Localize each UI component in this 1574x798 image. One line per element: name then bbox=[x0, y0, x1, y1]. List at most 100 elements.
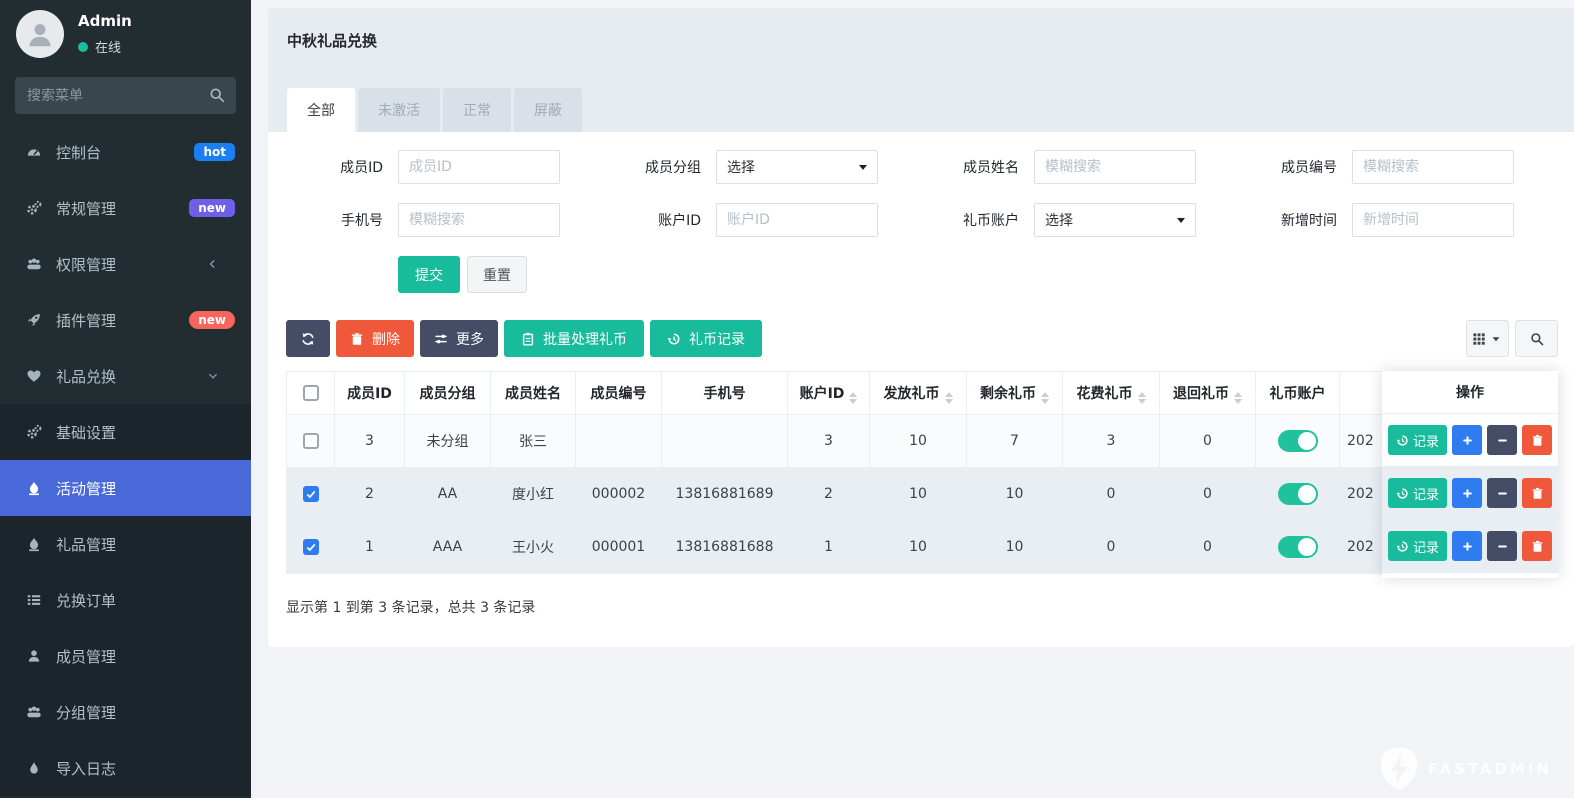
record-button[interactable]: 记录 bbox=[1388, 425, 1447, 455]
sidebar-subitem[interactable]: 分组管理 bbox=[0, 684, 251, 740]
tab[interactable]: 正常 bbox=[443, 88, 511, 132]
refresh-icon bbox=[301, 332, 315, 346]
sidebar-item[interactable]: 插件管理new bbox=[0, 292, 251, 348]
record-button[interactable]: 记录 bbox=[1388, 478, 1447, 508]
clipboard-icon bbox=[521, 332, 535, 346]
filter-label: 手机号 bbox=[286, 210, 398, 230]
caret-down-icon bbox=[1177, 218, 1185, 227]
select-all-checkbox[interactable] bbox=[303, 385, 319, 401]
gift-account-toggle[interactable] bbox=[1278, 430, 1318, 452]
column-header-label: 账户ID bbox=[800, 386, 845, 402]
filter-select[interactable]: 选择 bbox=[1034, 203, 1196, 237]
filter-field: 账户ID bbox=[604, 203, 922, 237]
delete-row-button[interactable] bbox=[1522, 531, 1552, 561]
filter-input[interactable] bbox=[398, 150, 560, 184]
caret-down-icon bbox=[859, 165, 867, 174]
gift-account-cell bbox=[1256, 468, 1340, 521]
record-button[interactable]: 记录 bbox=[1388, 531, 1447, 561]
column-header[interactable]: 账户ID bbox=[788, 372, 870, 415]
tab[interactable]: 屏蔽 bbox=[514, 88, 582, 132]
record-button-label: 记录 bbox=[1413, 537, 1439, 556]
gears-icon bbox=[25, 200, 43, 216]
table-cell: 000001 bbox=[576, 521, 662, 574]
sidebar-subitem-label: 分组管理 bbox=[56, 702, 235, 723]
sidebar-subitem[interactable]: 活动管理 bbox=[0, 460, 251, 516]
reset-button[interactable]: 重置 bbox=[467, 256, 527, 293]
refresh-button[interactable] bbox=[286, 320, 330, 357]
table-cell: 0 bbox=[1160, 468, 1256, 521]
delete-button-label: 删除 bbox=[372, 329, 400, 349]
flame-icon bbox=[25, 536, 43, 552]
sort-icon bbox=[1041, 392, 1049, 404]
submit-button[interactable]: 提交 bbox=[398, 256, 460, 293]
filter-input[interactable] bbox=[398, 203, 560, 237]
column-header[interactable]: 剩余礼币 bbox=[967, 372, 1063, 415]
row-checkbox[interactable] bbox=[303, 433, 319, 449]
column-header-label: 剩余礼币 bbox=[980, 386, 1036, 402]
record-summary: 显示第 1 到第 3 条记录，总共 3 条记录 bbox=[286, 597, 1558, 617]
table-cell: 张三 bbox=[491, 415, 576, 468]
form-actions: 提交 重置 bbox=[398, 256, 1558, 293]
add-coin-button[interactable] bbox=[1452, 478, 1482, 508]
sidebar-item-label: 权限管理 bbox=[56, 254, 204, 275]
column-header-label: 成员姓名 bbox=[505, 386, 561, 402]
column-header[interactable]: 发放礼币 bbox=[870, 372, 967, 415]
coin-record-button[interactable]: 礼币记录 bbox=[650, 320, 762, 357]
sidebar-subitem[interactable]: 成员管理 bbox=[0, 628, 251, 684]
shield-bolt-icon bbox=[1379, 746, 1419, 792]
batch-process-button[interactable]: 批量处理礼币 bbox=[504, 320, 644, 357]
more-button[interactable]: 更多 bbox=[420, 320, 498, 357]
trash-icon bbox=[1531, 434, 1544, 447]
sidebar-menu: 控制台hot常规管理new 权限管理插件管理new礼品兑换 bbox=[0, 124, 251, 404]
table-cell: 未分组 bbox=[405, 415, 491, 468]
dashboard-icon bbox=[25, 144, 43, 160]
delete-row-button[interactable] bbox=[1522, 478, 1552, 508]
subtract-coin-button[interactable] bbox=[1487, 531, 1517, 561]
sidebar-item[interactable]: 控制台hot bbox=[0, 124, 251, 180]
filter-input[interactable] bbox=[1352, 203, 1514, 237]
add-coin-button[interactable] bbox=[1452, 531, 1482, 561]
tab[interactable]: 全部 bbox=[287, 88, 355, 132]
sidebar-subitem[interactable]: 礼品管理 bbox=[0, 516, 251, 572]
sidebar-subitem[interactable]: 导入日志 bbox=[0, 740, 251, 796]
column-header-label: 成员分组 bbox=[420, 386, 476, 402]
column-header[interactable]: 花费礼币 bbox=[1063, 372, 1160, 415]
filter-input[interactable] bbox=[1352, 150, 1514, 184]
search-toggle-button[interactable] bbox=[1515, 320, 1558, 357]
gift-account-toggle[interactable] bbox=[1278, 483, 1318, 505]
table-cell: 0 bbox=[1063, 468, 1160, 521]
filter-select[interactable]: 选择 bbox=[716, 150, 878, 184]
sidebar-item[interactable]: 礼品兑换 bbox=[0, 348, 251, 404]
add-coin-button[interactable] bbox=[1452, 425, 1482, 455]
delete-button[interactable]: 删除 bbox=[336, 320, 414, 357]
sidebar-subitem[interactable]: 基础设置 bbox=[0, 404, 251, 460]
sidebar-subitem-label: 兑换订单 bbox=[56, 590, 235, 611]
row-checkbox[interactable] bbox=[303, 486, 319, 502]
table-cell: 10 bbox=[870, 468, 967, 521]
table-cell: 王小火 bbox=[491, 521, 576, 574]
subtract-coin-button[interactable] bbox=[1487, 425, 1517, 455]
table-cell: 0 bbox=[1160, 415, 1256, 468]
user-icon bbox=[25, 648, 43, 664]
table-cell: 1 bbox=[335, 521, 405, 574]
filter-select-value: 选择 bbox=[1045, 210, 1073, 230]
sidebar-submenu: 基础设置活动管理礼品管理兑换订单成员管理分组管理导入日志 bbox=[0, 404, 251, 796]
sidebar-item-label: 控制台 bbox=[56, 142, 194, 163]
sidebar-subitem[interactable]: 兑换订单 bbox=[0, 572, 251, 628]
filter-input[interactable] bbox=[716, 203, 878, 237]
columns-button[interactable] bbox=[1466, 320, 1509, 357]
menu-search-input[interactable] bbox=[15, 77, 236, 114]
subtract-coin-button[interactable] bbox=[1487, 478, 1517, 508]
table-cell: AA bbox=[405, 468, 491, 521]
column-header[interactable]: 退回礼币 bbox=[1160, 372, 1256, 415]
filter-label: 礼币账户 bbox=[922, 210, 1034, 230]
checkbox-cell bbox=[287, 521, 335, 574]
row-checkbox[interactable] bbox=[303, 539, 319, 555]
delete-row-button[interactable] bbox=[1522, 425, 1552, 455]
filter-input[interactable] bbox=[1034, 150, 1196, 184]
sidebar-item[interactable]: 权限管理 bbox=[0, 236, 251, 292]
gift-account-toggle[interactable] bbox=[1278, 536, 1318, 558]
sidebar-item[interactable]: 常规管理new bbox=[0, 180, 251, 236]
record-button-label: 记录 bbox=[1413, 484, 1439, 503]
tab[interactable]: 未激活 bbox=[358, 88, 440, 132]
